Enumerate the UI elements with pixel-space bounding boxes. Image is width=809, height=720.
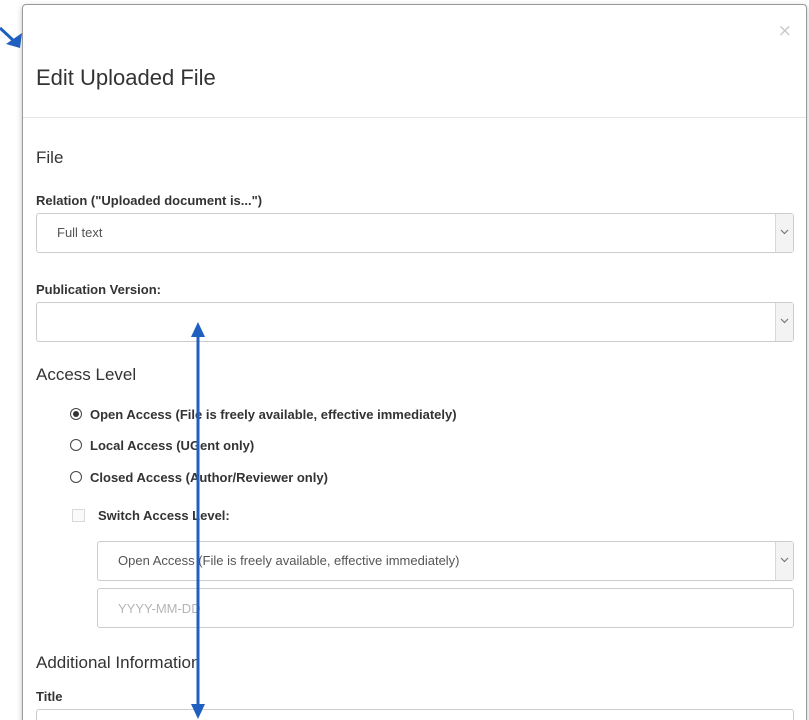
chevron-down-icon xyxy=(775,303,793,341)
dialog-title: Edit Uploaded File xyxy=(36,65,216,90)
title-label: Title xyxy=(36,689,63,704)
corner-annotation-arrow xyxy=(0,26,22,48)
radio-button[interactable] xyxy=(70,408,82,420)
radio-selected-dot xyxy=(73,411,79,417)
publication-version-select[interactable] xyxy=(36,302,794,342)
switch-access-level-label: Switch Access Level: xyxy=(98,508,230,523)
switch-access-level-select[interactable]: Open Access (File is freely available, e… xyxy=(97,541,794,581)
screen: × Edit Uploaded File File Relation ("Upl… xyxy=(0,0,809,720)
close-icon[interactable]: × xyxy=(778,23,792,40)
radio-button[interactable] xyxy=(70,439,82,451)
radio-button[interactable] xyxy=(70,471,82,483)
relation-select[interactable]: Full text xyxy=(36,213,794,253)
section-heading-access-level: Access Level xyxy=(36,365,137,384)
radio-label: Closed Access (Author/Reviewer only) xyxy=(90,470,328,485)
header-divider xyxy=(23,117,806,118)
relation-select-value: Full text xyxy=(57,225,103,240)
switch-date-input[interactable] xyxy=(97,588,794,628)
section-heading-additional-information: Additional Information xyxy=(36,653,201,672)
radio-label: Local Access (UGent only) xyxy=(90,438,255,453)
chevron-down-icon xyxy=(775,214,793,252)
chevron-down-icon xyxy=(775,542,793,580)
switch-access-level-select-value: Open Access (File is freely available, e… xyxy=(118,553,460,568)
radio-label: Open Access (File is freely available, e… xyxy=(90,407,457,422)
title-input[interactable] xyxy=(36,709,794,720)
switch-access-level-checkbox[interactable] xyxy=(72,509,85,522)
edit-file-dialog: × Edit Uploaded File File Relation ("Upl… xyxy=(22,4,807,720)
section-heading-file: File xyxy=(36,148,64,167)
publication-version-label: Publication Version: xyxy=(36,282,161,297)
relation-label: Relation ("Uploaded document is...") xyxy=(36,193,263,208)
